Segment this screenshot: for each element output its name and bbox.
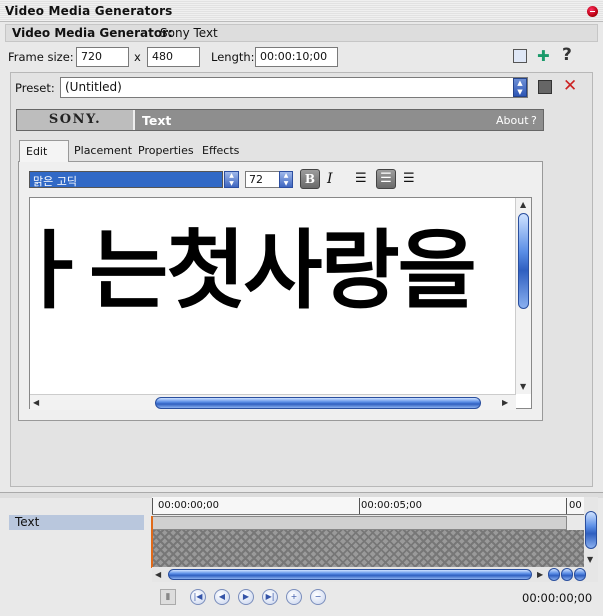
frame-height-field[interactable]: 480: [147, 47, 200, 67]
bold-button[interactable]: B: [300, 169, 320, 189]
editor-vertical-scrollbar[interactable]: ▲ ▼: [515, 198, 531, 394]
scroll-left-icon[interactable]: ◀: [33, 398, 39, 407]
delete-keyframe-icon[interactable]: −: [310, 589, 326, 605]
current-time-display: 00:00:00;00: [522, 591, 593, 605]
add-keyframe-icon[interactable]: +: [286, 589, 302, 605]
zoom-in-icon[interactable]: [548, 568, 560, 581]
vertical-scroll-thumb[interactable]: [518, 213, 529, 309]
scroll-down-icon[interactable]: ▼: [520, 382, 526, 391]
align-left-icon[interactable]: ☰: [355, 171, 367, 186]
editor-text: ㅏ는첫사랑을: [30, 221, 477, 321]
timeline-ruler[interactable]: 00:00:00;00 00:00:05;00 00: [152, 497, 594, 515]
last-keyframe-icon[interactable]: ▶|: [262, 589, 278, 605]
zoom-icon[interactable]: [561, 568, 573, 581]
plugin-name: Text: [142, 113, 172, 128]
generator-name: Sony Text: [160, 26, 218, 40]
keyframe-track[interactable]: [152, 516, 567, 530]
preset-dropdown-icon[interactable]: ▲ ▼: [513, 78, 527, 97]
generator-label: Video Media Generator:: [12, 26, 173, 40]
timeline-scroll-left-icon[interactable]: ◀: [155, 570, 161, 579]
ruler-time-0: 00:00:00;00: [158, 500, 220, 511]
tab-placement[interactable]: Placement: [68, 140, 138, 162]
timeline-scroll-right-icon[interactable]: ▶: [537, 570, 543, 579]
track-label[interactable]: Text: [9, 515, 144, 530]
save-preset-icon[interactable]: [538, 80, 552, 94]
track-empty-area: [152, 530, 585, 568]
ruler-tick: [359, 498, 360, 514]
select-cursor-icon[interactable]: [513, 49, 527, 63]
prev-keyframe-icon[interactable]: ◀: [214, 589, 230, 605]
timeline-vscroll-thumb[interactable]: [585, 511, 597, 549]
font-size-select[interactable]: 72: [245, 171, 280, 188]
plugin-chain-icon[interactable]: ✚: [537, 47, 550, 65]
plugin-help-link[interactable]: ?: [531, 114, 537, 127]
font-dropdown-icon[interactable]: ▲ ▼: [224, 171, 239, 188]
text-editor[interactable]: ㅏ는첫사랑을: [29, 197, 532, 409]
scroll-right-icon[interactable]: ▶: [502, 398, 508, 407]
delete-preset-icon[interactable]: ✕: [563, 76, 577, 96]
first-keyframe-icon[interactable]: |◀: [190, 589, 206, 605]
zoom-out-icon[interactable]: [574, 568, 586, 581]
align-center-icon[interactable]: ☰: [376, 169, 396, 189]
window-title: Video Media Generators: [5, 4, 173, 18]
timeline-vertical-scrollbar[interactable]: ▼: [584, 497, 598, 567]
frame-x-label: x: [134, 50, 141, 64]
horizontal-scroll-thumb[interactable]: [155, 397, 481, 409]
ruler-tick: [566, 498, 567, 514]
size-dropdown-icon[interactable]: ▲ ▼: [279, 171, 293, 188]
help-icon[interactable]: ?: [562, 45, 572, 65]
timeline-hscroll-thumb[interactable]: [168, 569, 532, 580]
ruler-time-10: 00: [569, 500, 582, 511]
tab-edit[interactable]: Edit: [19, 140, 69, 162]
length-label: Length:: [211, 50, 255, 64]
sony-logo: SONY.: [17, 110, 135, 130]
tab-effects[interactable]: Effects: [196, 140, 245, 162]
lock-icon[interactable]: ▮: [160, 589, 176, 605]
preset-select[interactable]: (Untitled): [60, 77, 528, 98]
tab-properties[interactable]: Properties: [132, 140, 200, 162]
scroll-up-icon[interactable]: ▲: [520, 200, 526, 209]
timeline-scroll-down-icon[interactable]: ▼: [587, 555, 593, 564]
close-icon[interactable]: [587, 6, 598, 17]
timeline-horizontal-scrollbar[interactable]: ◀ ▶: [152, 567, 598, 582]
playhead-cursor[interactable]: [151, 516, 153, 568]
align-right-icon[interactable]: ☰: [403, 171, 415, 186]
title-bar: Video Media Generators: [0, 0, 603, 22]
about-link[interactable]: About: [496, 114, 529, 127]
font-select[interactable]: 맑은 고딕: [29, 171, 223, 188]
next-keyframe-icon[interactable]: ▶: [238, 589, 254, 605]
editor-horizontal-scrollbar[interactable]: ◀ ▶: [30, 394, 516, 410]
length-field[interactable]: 00:00:10;00: [255, 47, 338, 67]
ruler-time-5: 00:00:05;00: [361, 500, 423, 511]
preset-label: Preset:: [15, 81, 55, 95]
italic-button[interactable]: I: [327, 171, 333, 187]
ruler-tick: [152, 498, 153, 514]
generator-header: Video Media Generator: Sony Text: [5, 24, 598, 42]
frame-size-label: Frame size:: [8, 50, 74, 64]
frame-width-field[interactable]: 720: [76, 47, 129, 67]
